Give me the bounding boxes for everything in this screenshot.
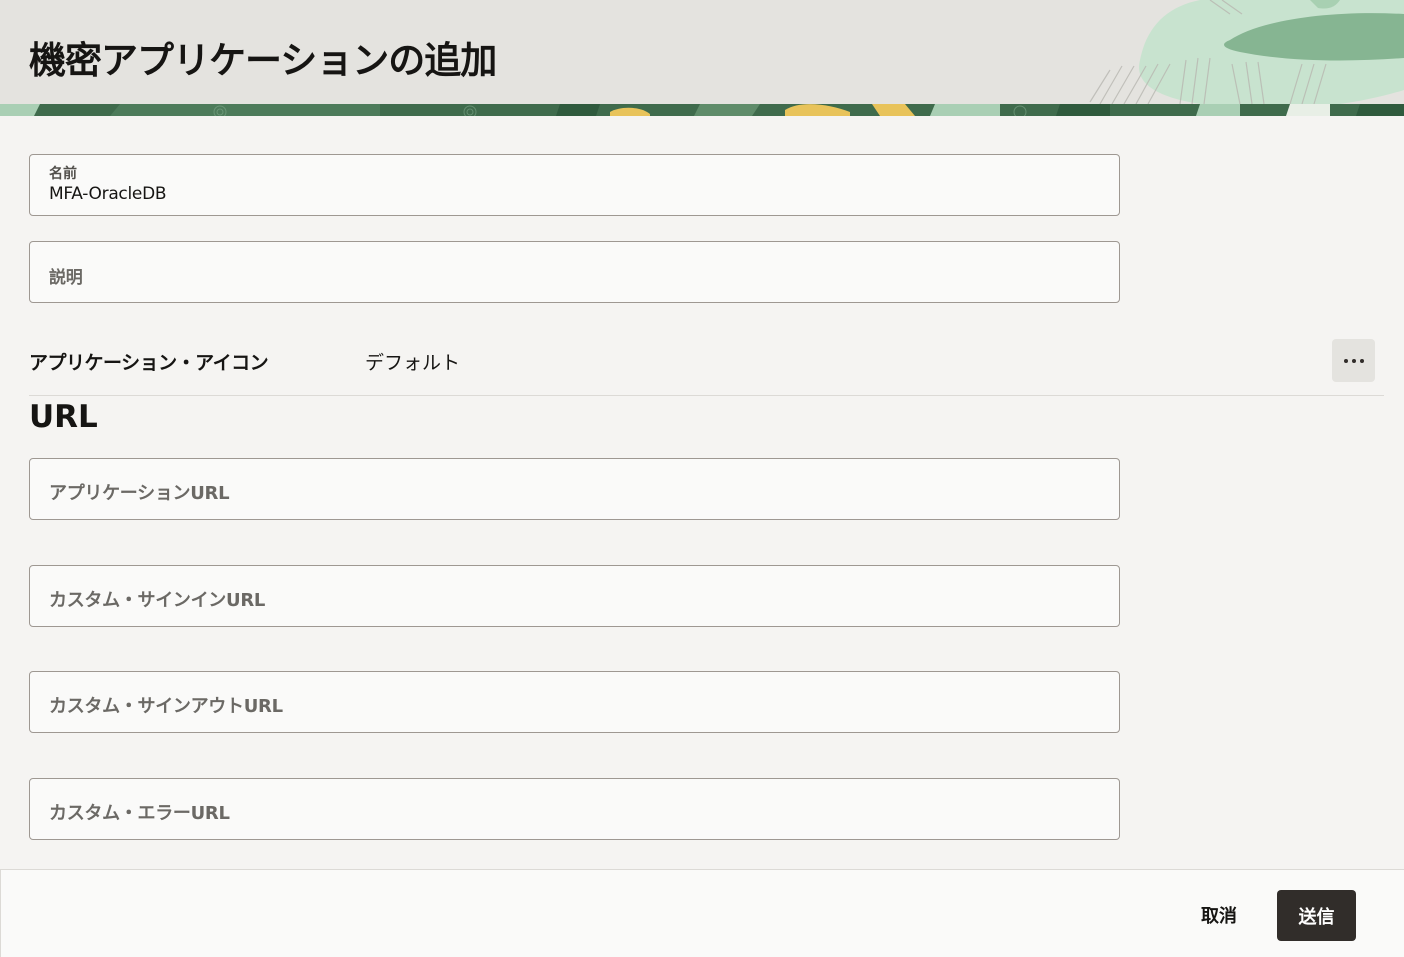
dialog-footer: 取消 送信 (0, 869, 1404, 957)
application-url-field[interactable]: アプリケーションURL (29, 458, 1120, 520)
url-section-heading: URL (29, 399, 98, 435)
page-title: 機密アプリケーションの追加 (29, 39, 497, 82)
application-url-placeholder: アプリケーションURL (49, 483, 230, 504)
name-field-value[interactable]: MFA-OracleDB (49, 184, 167, 204)
ellipsis-icon (1343, 358, 1364, 363)
custom-signout-url-placeholder: カスタム・サインアウトURL (49, 696, 283, 717)
custom-signin-url-placeholder: カスタム・サインインURL (49, 590, 266, 611)
name-field-label: 名前 (49, 166, 77, 182)
custom-error-url-field[interactable]: カスタム・エラーURL (29, 778, 1120, 840)
app-icon-value: デフォルト (365, 352, 461, 374)
custom-signin-url-field[interactable]: カスタム・サインインURL (29, 565, 1120, 627)
submit-button[interactable]: 送信 (1277, 890, 1356, 941)
name-field[interactable]: 名前 MFA-OracleDB (29, 154, 1120, 216)
section-divider (29, 395, 1384, 396)
custom-signout-url-field[interactable]: カスタム・サインアウトURL (29, 671, 1120, 733)
form-body: 名前 MFA-OracleDB 説明 アプリケーション・アイコン デフォルト U… (0, 116, 1404, 870)
description-field-placeholder: 説明 (49, 268, 83, 288)
custom-error-url-placeholder: カスタム・エラーURL (49, 803, 230, 824)
app-icon-label: アプリケーション・アイコン (29, 352, 269, 374)
cancel-button[interactable]: 取消 (1187, 900, 1251, 930)
dialog-header: 機密アプリケーションの追加 (0, 0, 1404, 116)
app-icon-more-button[interactable] (1332, 339, 1375, 382)
description-field[interactable]: 説明 (29, 241, 1120, 303)
